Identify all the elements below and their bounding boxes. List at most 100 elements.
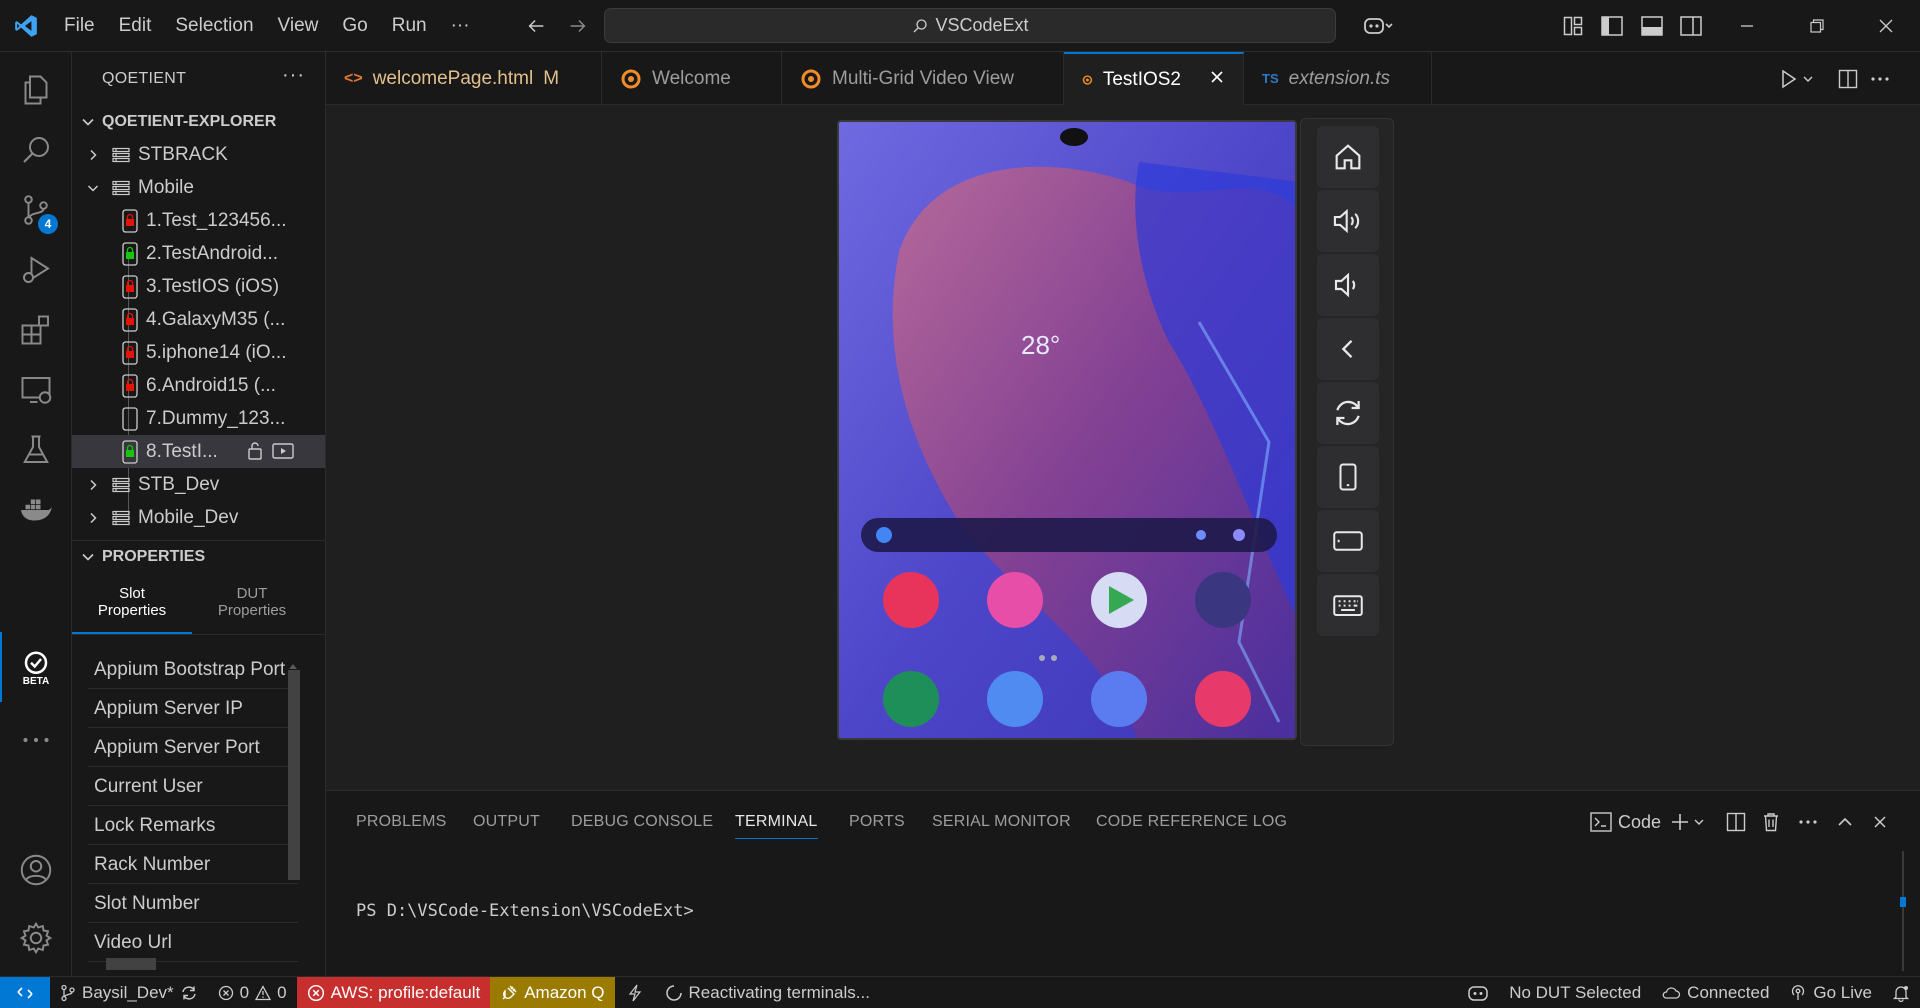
menu-file[interactable]: File — [52, 0, 107, 52]
lightning-icon[interactable] — [615, 977, 655, 1008]
properties-scrollbar[interactable] — [288, 670, 300, 880]
property-item[interactable]: Appium Bootstrap Port — [88, 650, 298, 689]
property-item[interactable]: Current User — [88, 767, 298, 806]
tree-device-item[interactable]: 6.Android15 (... — [72, 369, 325, 402]
tree-device-item[interactable]: 4.GalaxyM35 (... — [72, 303, 325, 336]
amazon-q[interactable]: Amazon Q — [490, 976, 615, 1008]
property-item[interactable]: Appium Server IP — [88, 689, 298, 728]
property-item[interactable]: Appium Server Port — [88, 728, 298, 767]
split-editor-icon[interactable] — [1834, 66, 1862, 92]
tree-device-item[interactable]: 7.Dummy_123... — [72, 402, 325, 435]
new-terminal-dropdown[interactable] — [1670, 807, 1710, 837]
chevron-right-icon[interactable] — [84, 146, 102, 164]
close-window-icon[interactable] — [1869, 9, 1903, 43]
panel-tab-debug-console[interactable]: DEBUG CONSOLE — [571, 813, 713, 831]
panel-tab-ports[interactable]: PORTS — [849, 813, 905, 831]
toggle-secondary-sidebar-icon[interactable] — [1674, 9, 1708, 43]
keyboard-button[interactable] — [1317, 574, 1379, 636]
tree-rack-item[interactable]: Mobile — [72, 171, 325, 204]
back-arrow-icon[interactable] — [522, 12, 550, 40]
tab-extension-ts[interactable]: TS extension.ts — [1244, 52, 1432, 105]
volume-down-button[interactable] — [1317, 254, 1379, 316]
tree-rack-item[interactable]: Mobile_Dev — [72, 501, 325, 534]
menu-run[interactable]: Run — [380, 0, 439, 52]
accounts-icon[interactable] — [0, 840, 72, 900]
minimize-icon[interactable] — [1730, 9, 1764, 43]
portrait-button[interactable] — [1317, 446, 1379, 508]
dut-status[interactable]: No DUT Selected — [1499, 977, 1651, 1008]
tab-dut-properties[interactable]: DUT Properties — [192, 573, 312, 634]
terminal-scrollbar[interactable] — [1902, 851, 1904, 971]
menu-selection[interactable]: Selection — [163, 0, 265, 52]
problems-status[interactable]: 0 0 — [208, 977, 297, 1008]
git-branch[interactable]: Baysil_Dev* — [50, 977, 208, 1008]
command-center-search[interactable]: VSCodeExt — [604, 8, 1336, 43]
terminal-prompt[interactable]: PS D:\VSCode-Extension\VSCodeExt> — [356, 901, 694, 921]
tree-device-item[interactable]: 2.TestAndroid... — [72, 237, 325, 270]
editor-more-icon[interactable] — [1866, 66, 1894, 92]
panel-more-icon[interactable] — [1798, 807, 1818, 837]
tab-testios2[interactable]: TestIOS2 — [1064, 52, 1244, 105]
menu-view[interactable]: View — [266, 0, 331, 52]
notifications-bell-icon[interactable] — [1882, 977, 1920, 1008]
device-screen[interactable]: 28° — [837, 120, 1297, 740]
toggle-panel-icon[interactable] — [1635, 9, 1669, 43]
property-item[interactable]: Slot Number — [88, 884, 298, 923]
tree-rack-item[interactable]: STBRACK — [72, 138, 325, 171]
close-panel-icon[interactable] — [1872, 807, 1888, 837]
chevron-down-icon[interactable] — [84, 179, 102, 197]
trash-icon[interactable] — [1762, 807, 1780, 837]
landscape-button[interactable] — [1317, 510, 1379, 572]
more-views-icon[interactable] — [0, 710, 72, 770]
connection-status[interactable]: Connected — [1651, 977, 1779, 1008]
tab-slot-properties[interactable]: Slot Properties — [72, 573, 192, 634]
explorer-section-header[interactable]: QOETIENT-EXPLORER — [74, 106, 325, 138]
tree-rack-item[interactable]: STB_Dev — [72, 468, 325, 501]
tree-device-item[interactable]: 8.TestI... — [72, 435, 325, 468]
maximize-panel-icon[interactable] — [1836, 807, 1854, 837]
run-debug-icon[interactable] — [0, 240, 72, 300]
tab-welcomepage-html[interactable]: <> welcomePage.html M — [326, 52, 602, 105]
aws-profile[interactable]: AWS: profile:default — [296, 976, 491, 1008]
go-live[interactable]: Go Live — [1779, 977, 1882, 1008]
menu-go[interactable]: Go — [330, 0, 379, 52]
extensions-icon[interactable] — [0, 300, 72, 360]
volume-up-button[interactable] — [1317, 190, 1379, 252]
horizontal-scrollbar[interactable] — [106, 958, 156, 970]
sync-icon[interactable] — [180, 984, 198, 1002]
remote-indicator[interactable] — [0, 976, 50, 1008]
tree-device-item[interactable]: 3.TestIOS (iOS) — [72, 270, 325, 303]
split-terminal-icon[interactable] — [1726, 807, 1746, 837]
video-view-icon[interactable] — [272, 442, 294, 466]
docker-icon[interactable] — [0, 480, 72, 540]
forward-arrow-icon[interactable] — [564, 12, 592, 40]
panel-tab-terminal[interactable]: TERMINAL — [735, 813, 818, 839]
unlock-icon[interactable] — [246, 440, 264, 468]
panel-tab-output[interactable]: OUTPUT — [473, 813, 540, 831]
menu-more[interactable]: ··· — [439, 0, 482, 52]
tab-welcome[interactable]: Welcome — [602, 52, 782, 105]
properties-section-header[interactable]: PROPERTIES — [72, 540, 325, 572]
tree-device-item[interactable]: 5.iphone14 (iO... — [72, 336, 325, 369]
remote-explorer-icon[interactable] — [0, 360, 72, 420]
toggle-primary-sidebar-icon[interactable] — [1595, 9, 1629, 43]
settings-gear-icon[interactable] — [0, 908, 72, 968]
tree-device-item[interactable]: 1.Test_123456... — [72, 204, 325, 237]
property-item[interactable]: Lock Remarks — [88, 806, 298, 845]
property-item[interactable]: Video Url — [88, 923, 298, 962]
explorer-icon[interactable] — [0, 60, 72, 120]
chevron-right-icon[interactable] — [84, 476, 102, 494]
panel-tab-code-reference-log[interactable]: CODE REFERENCE LOG — [1096, 813, 1287, 831]
menu-edit[interactable]: Edit — [107, 0, 164, 52]
search-view-icon[interactable] — [0, 120, 72, 180]
chevron-right-icon[interactable] — [84, 509, 102, 527]
property-item[interactable]: Rack Number — [88, 845, 298, 884]
copilot-icon[interactable] — [1354, 9, 1404, 43]
sidebar-more-icon[interactable]: ··· — [282, 64, 305, 87]
copilot-status-icon[interactable] — [1457, 977, 1499, 1008]
testing-icon[interactable] — [0, 420, 72, 480]
panel-tab-serial-monitor[interactable]: SERIAL MONITOR — [932, 813, 1071, 831]
back-button[interactable] — [1317, 318, 1379, 380]
tab-multi-grid-video-view[interactable]: Multi-Grid Video View — [782, 52, 1064, 105]
run-dropdown-icon[interactable] — [1776, 66, 1820, 92]
